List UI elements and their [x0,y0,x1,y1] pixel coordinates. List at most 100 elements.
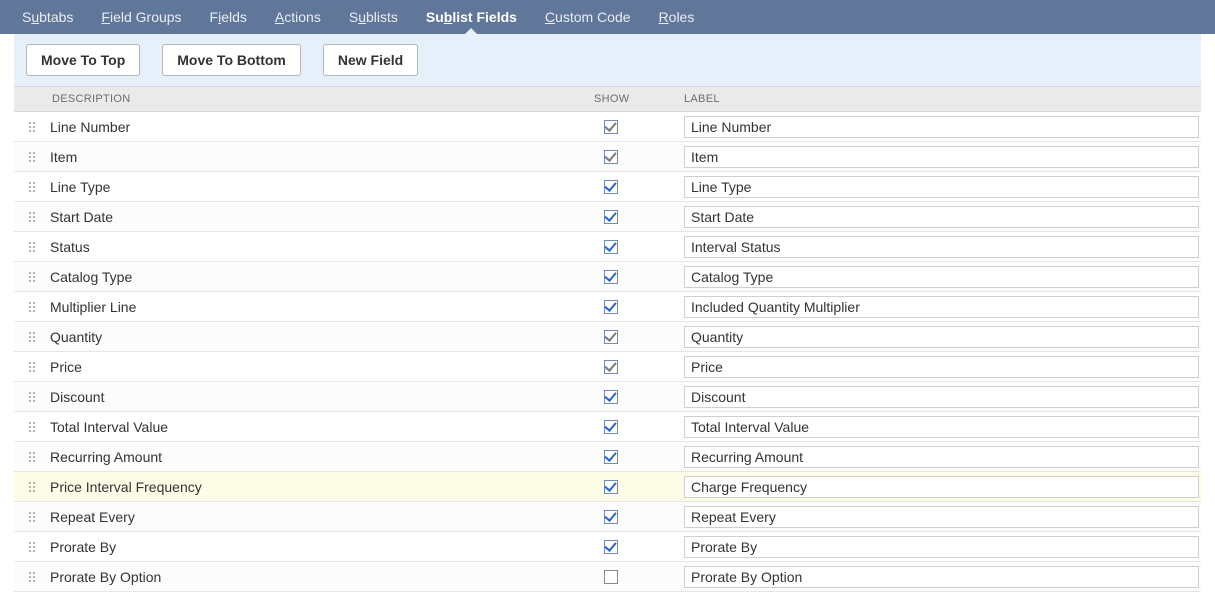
label-input[interactable] [684,566,1199,588]
show-checkbox[interactable] [604,180,618,194]
label-input[interactable] [684,266,1199,288]
show-checkbox[interactable] [604,540,618,554]
show-checkbox[interactable] [604,570,618,584]
show-cell [594,177,672,197]
show-checkbox[interactable] [604,510,618,524]
table-row[interactable]: Prorate By Option [14,562,1201,592]
show-checkbox[interactable] [604,210,618,224]
description-cell: Line Number [50,119,594,135]
drag-handle-icon[interactable] [14,542,50,552]
grid-header-description[interactable]: DESCRIPTION [50,93,594,105]
move-to-bottom-button[interactable]: Move To Bottom [162,44,301,76]
drag-handle-icon[interactable] [14,392,50,402]
label-input[interactable] [684,356,1199,378]
label-input[interactable] [684,416,1199,438]
show-checkbox[interactable] [604,240,618,254]
show-checkbox[interactable] [604,300,618,314]
table-row[interactable]: Discount [14,382,1201,412]
drag-handle-icon[interactable] [14,122,50,132]
label-input[interactable] [684,506,1199,528]
label-input[interactable] [684,296,1199,318]
show-cell [594,147,672,167]
label-input[interactable] [684,176,1199,198]
label-input[interactable] [684,116,1199,138]
table-row[interactable]: Prorate By [14,532,1201,562]
drag-handle-icon[interactable] [14,452,50,462]
label-input[interactable] [684,236,1199,258]
move-to-top-button[interactable]: Move To Top [26,44,140,76]
drag-handle-icon[interactable] [14,362,50,372]
label-cell [672,146,1201,168]
tab-sublist-fields[interactable]: Sublist Fields [412,0,531,34]
table-row[interactable]: Quantity [14,322,1201,352]
table-row[interactable]: Line Type [14,172,1201,202]
drag-handle-icon[interactable] [14,332,50,342]
description-cell: Multiplier Line [50,299,594,315]
show-checkbox[interactable] [604,450,618,464]
grid-header-show[interactable]: SHOW [594,93,672,105]
tab-custom-code[interactable]: Custom Code [531,0,645,34]
table-row[interactable]: Start Date [14,202,1201,232]
show-checkbox[interactable] [604,150,618,164]
drag-handle-icon[interactable] [14,572,50,582]
description-cell: Price Interval Frequency [50,479,594,495]
table-row[interactable]: Price [14,352,1201,382]
description-cell: Price [50,359,594,375]
show-cell [594,267,672,287]
drag-handle-icon[interactable] [14,272,50,282]
label-cell [672,446,1201,468]
label-input[interactable] [684,536,1199,558]
drag-handle-icon[interactable] [14,152,50,162]
table-row[interactable]: Line Number [14,112,1201,142]
label-cell [672,206,1201,228]
show-checkbox[interactable] [604,480,618,494]
show-checkbox[interactable] [604,120,618,134]
tab-actions[interactable]: Actions [261,0,335,34]
description-cell: Start Date [50,209,594,225]
label-input[interactable] [684,206,1199,228]
drag-handle-icon[interactable] [14,302,50,312]
tab-roles[interactable]: Roles [645,0,709,34]
tab-fields[interactable]: Fields [196,0,261,34]
label-input[interactable] [684,386,1199,408]
show-cell [594,387,672,407]
label-input[interactable] [684,326,1199,348]
show-checkbox[interactable] [604,270,618,284]
tab-sublists[interactable]: Sublists [335,0,412,34]
label-cell [672,416,1201,438]
tab-subtabs[interactable]: Subtabs [8,0,87,34]
label-input[interactable] [684,476,1199,498]
description-cell: Line Type [50,179,594,195]
show-checkbox[interactable] [604,360,618,374]
drag-handle-icon[interactable] [14,482,50,492]
label-input[interactable] [684,146,1199,168]
label-input[interactable] [684,446,1199,468]
table-row[interactable]: Status [14,232,1201,262]
table-row[interactable]: Multiplier Line [14,292,1201,322]
drag-handle-icon[interactable] [14,422,50,432]
description-cell: Quantity [50,329,594,345]
show-checkbox[interactable] [604,420,618,434]
show-cell [594,357,672,377]
table-row[interactable]: Recurring Amount [14,442,1201,472]
drag-handle-icon[interactable] [14,512,50,522]
table-row[interactable]: Catalog Type [14,262,1201,292]
show-checkbox[interactable] [604,390,618,404]
drag-handle-icon[interactable] [14,242,50,252]
label-cell [672,326,1201,348]
table-row[interactable]: Repeat Every [14,502,1201,532]
grid-header-label[interactable]: LABEL [672,93,1201,105]
table-row[interactable]: Item [14,142,1201,172]
show-cell [594,207,672,227]
table-row[interactable]: Total Interval Value [14,412,1201,442]
show-cell [594,237,672,257]
description-cell: Status [50,239,594,255]
description-cell: Discount [50,389,594,405]
show-checkbox[interactable] [604,330,618,344]
drag-handle-icon[interactable] [14,212,50,222]
table-row[interactable]: Price Interval Frequency [14,472,1201,502]
drag-handle-icon[interactable] [14,182,50,192]
tab-field-groups[interactable]: Field Groups [87,0,195,34]
label-cell [672,476,1201,498]
new-field-button[interactable]: New Field [323,44,418,76]
